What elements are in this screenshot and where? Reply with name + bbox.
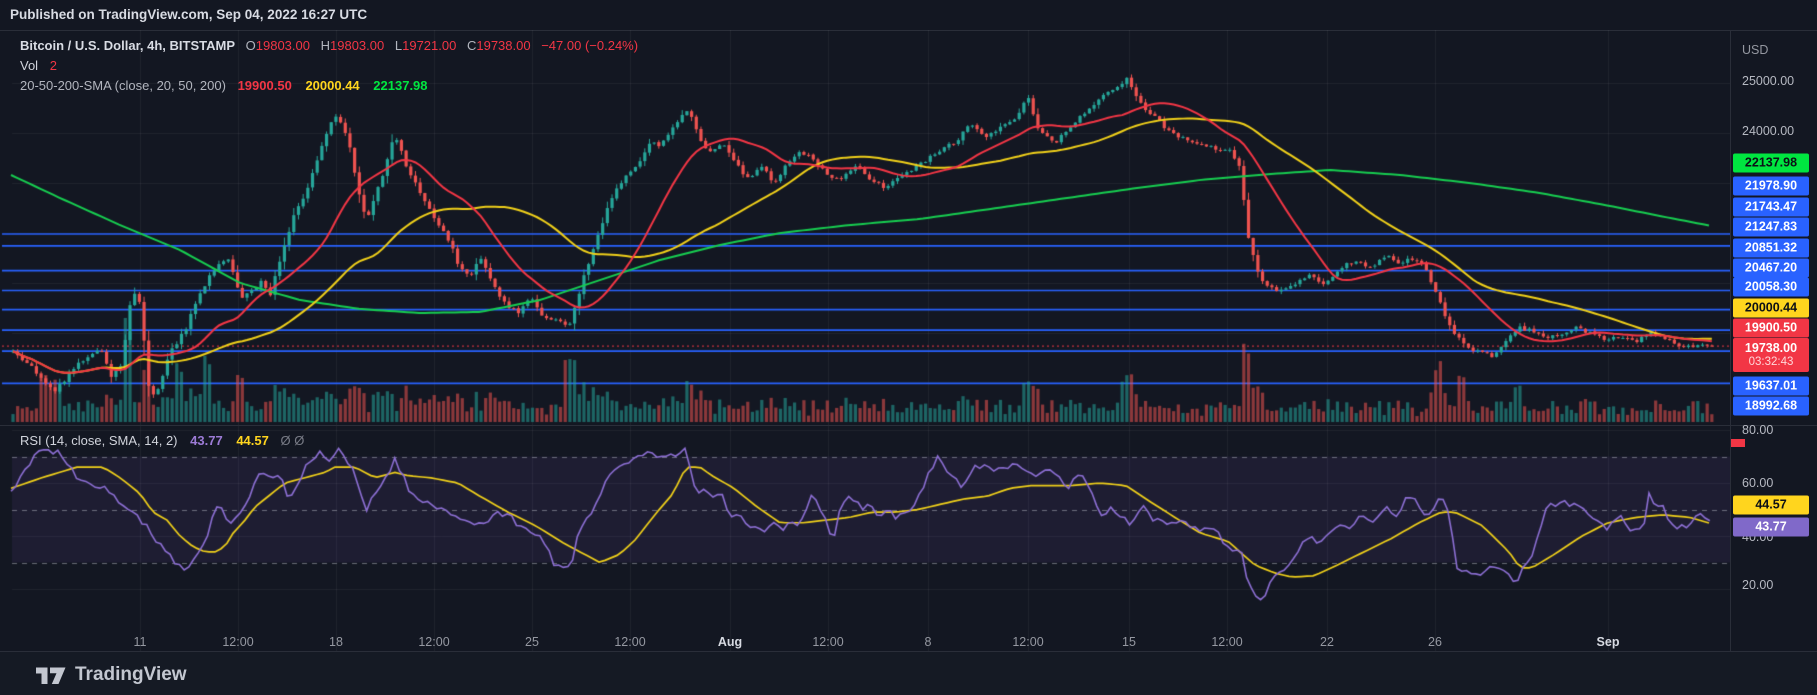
volume-label: Vol: [20, 58, 39, 73]
price-badge: 19900.50: [1733, 318, 1809, 338]
time-axis-label: 22: [1320, 635, 1334, 649]
time-axis-label: 18: [329, 635, 343, 649]
sma200-value: 22137.98: [373, 78, 428, 93]
price-badge: 22137.98: [1733, 153, 1809, 173]
price-tick-label: 80.00: [1742, 423, 1774, 437]
close-label: C: [466, 38, 477, 53]
price-badge: 43.77: [1733, 517, 1809, 537]
rsi-ma-value: 44.57: [236, 433, 269, 448]
current-price-badge: 19738.00: [1744, 341, 1798, 355]
price-badge: 18992.68: [1733, 396, 1809, 416]
price-tick-label: 20.00: [1742, 578, 1774, 592]
sma20-value: 19900.50: [237, 78, 292, 93]
time-axis-label: Sep: [1596, 635, 1620, 649]
footer-bar: TradingView: [0, 652, 1817, 695]
time-axis-label: 26: [1428, 635, 1442, 649]
tradingview-logo-icon: [36, 667, 66, 684]
time-axis-label: 25: [525, 635, 539, 649]
time-axis-label: Aug: [717, 635, 743, 649]
price-tick-label: 24000.00: [1742, 124, 1795, 138]
chart-legend: Bitcoin / U.S. Dollar, 4h, BITSTAMP O198…: [20, 36, 638, 96]
price-tick-label: 60.00: [1742, 476, 1774, 490]
low-value: 19721.00: [402, 38, 457, 53]
price-badge: 44.57: [1733, 495, 1809, 515]
volume-legend-row: Vol 2: [20, 56, 638, 76]
time-axis-label: 12:00: [812, 635, 844, 649]
time-axis-label: 12:00: [222, 635, 254, 649]
rsi-extra-values: Ø Ø: [280, 433, 305, 448]
chart-canvas[interactable]: [0, 30, 1730, 651]
change-value: −47.00 (−0.24%): [541, 38, 639, 53]
time-axis-label: 11: [133, 635, 147, 649]
open-label: O: [245, 38, 256, 53]
sma-legend-row: 20-50-200-SMA (close, 20, 50, 200) 19900…: [20, 76, 638, 96]
price-axis[interactable]: USD 25000.00 24000.00 80.00 60.00 40.00 20.00…: [1731, 30, 1817, 651]
price-badge: 20058.30: [1733, 277, 1809, 297]
current-price-badge-group: 19738.00 03:32:43: [1733, 338, 1809, 372]
price-badge: 21247.83: [1733, 217, 1809, 237]
symbol-legend-row: Bitcoin / U.S. Dollar, 4h, BITSTAMP O198…: [20, 36, 638, 56]
price-tick-label: 25000.00: [1742, 74, 1795, 88]
rsi-label: RSI (14, close, SMA, 14, 2): [20, 433, 178, 448]
tradingview-logo-text: TradingView: [75, 664, 187, 685]
rsi-value: 43.77: [190, 433, 223, 448]
price-badge: 20467.20: [1733, 258, 1809, 278]
sma-label: 20-50-200-SMA (close, 20, 50, 200): [20, 78, 226, 93]
price-badge: 20000.44: [1733, 298, 1809, 318]
time-axis-label: 12:00: [1211, 635, 1243, 649]
time-axis-label: 8: [924, 635, 932, 649]
symbol-title: Bitcoin / U.S. Dollar, 4h, BITSTAMP: [20, 38, 236, 53]
volume-value: 2: [49, 58, 57, 73]
time-axis-label: 12:00: [1012, 635, 1044, 649]
price-badge: 20851.32: [1733, 238, 1809, 258]
time-axis-label: 15: [1122, 635, 1136, 649]
volume-badge-sliver: [1731, 439, 1745, 447]
tradingview-published-chart: Published on TradingView.com, Sep 04, 20…: [0, 0, 1817, 695]
sma50-value: 20000.44: [305, 78, 360, 93]
time-axis-label: 12:00: [418, 635, 450, 649]
tradingview-logo[interactable]: TradingView: [36, 664, 187, 686]
price-badge: 19637.01: [1733, 376, 1809, 396]
rsi-legend-row: RSI (14, close, SMA, 14, 2) 43.77 44.57 …: [20, 433, 304, 448]
axis-currency-label: USD: [1742, 43, 1769, 57]
bar-countdown: 03:32:43: [1748, 356, 1794, 368]
high-value: 19803.00: [330, 38, 385, 53]
price-badge: 21743.47: [1733, 197, 1809, 217]
high-label: H: [320, 38, 331, 53]
price-badge: 21978.90: [1733, 176, 1809, 196]
open-value: 19803.00: [255, 38, 310, 53]
pane-divider[interactable]: [0, 425, 1817, 426]
close-value: 19738.00: [476, 38, 531, 53]
time-axis-label: 12:00: [614, 635, 646, 649]
published-header: Published on TradingView.com, Sep 04, 20…: [10, 7, 368, 22]
